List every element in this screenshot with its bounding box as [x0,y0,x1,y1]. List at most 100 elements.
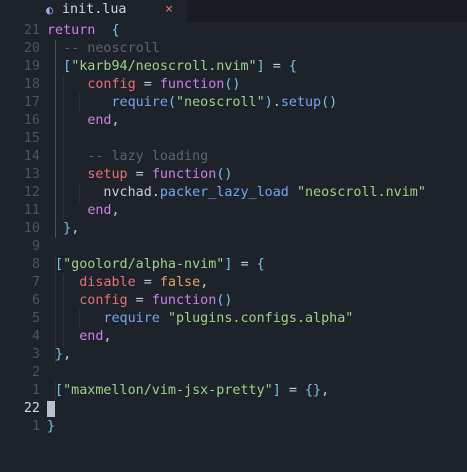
code-line[interactable]: 22 [0,400,467,418]
line-number: 8 [31,257,40,272]
code-line[interactable]: 4 end, [0,328,467,346]
line-text: setup = function() [47,166,232,184]
code-token: "plugins.configs.alpha" [167,311,354,326]
code-token: function [151,293,217,308]
code-token: = [135,275,160,290]
line-text: end, [47,202,119,220]
code-token: , [200,275,209,290]
line-text: }, [47,346,71,364]
code-line[interactable]: 13 setup = function() [0,166,467,184]
code-token: function [159,77,225,92]
tab-init-lua[interactable]: ◐ init.lua × [0,0,187,22]
code-token: = [232,257,257,272]
code-token: require [111,95,168,110]
code-line[interactable]: 14 -- lazy loading [0,148,467,166]
code-line[interactable]: 20 -- neoscroll [0,40,467,58]
code-area[interactable]: 21 return {20 -- neoscroll 19 ["karb94/neo… [0,22,467,436]
code-line[interactable]: 17 require("neoscroll").setup() [0,94,467,112]
code-token: = [280,383,305,398]
code-token: ) [264,95,273,110]
line-text: disable = false, [47,274,208,292]
code-line[interactable]: 2 [0,364,467,382]
line-number: 14 [23,149,40,164]
code-line[interactable]: 6 config = function() [0,292,467,310]
code-line[interactable]: 1} [0,418,467,436]
line-number: 12 [23,185,40,200]
line-number: 20 [23,41,40,56]
code-line[interactable]: 21 return { [0,22,467,40]
line-text: end, [47,328,111,346]
code-line[interactable]: 9 [0,238,467,256]
code-line[interactable]: 15 [0,130,467,148]
code-token: [ [47,383,64,398]
indent-guide [55,130,56,148]
code-token: "goolord/alpha-nvim" [63,257,225,272]
line-number: 10 [23,221,40,236]
close-tab-icon[interactable]: × [165,2,173,17]
indent-guide [63,130,64,148]
code-token: [ [47,257,64,272]
line-text: config = function() [47,292,232,310]
line-text: nvchad.packer_lazy_load "neoscroll.nvim" [47,184,426,202]
code-token: { [111,23,120,38]
code-token: } [63,221,72,236]
code-line[interactable]: 8 ["goolord/alpha-nvim"] = { [0,256,467,274]
code-token: {} [304,383,322,398]
line-text: -- lazy loading [47,148,208,166]
line-number: 15 [23,131,40,146]
code-token: "neoscroll" [176,95,265,110]
text-cursor [47,401,55,417]
code-token: "karb94/neoscroll.nvim" [71,59,257,74]
code-token: { [288,59,297,74]
code-token: require [103,311,160,326]
code-editor[interactable]: ◐ init.lua × 21 return {20 -- neoscroll 19… [0,0,467,472]
code-token: "maxmellon/vim-jsx-pretty" [63,383,273,398]
code-line[interactable]: 12 nvchad.packer_lazy_load "neoscroll.nv… [0,184,467,202]
line-number: 1 [31,383,40,398]
code-token: config [79,293,128,308]
line-number: 1 [31,419,40,434]
code-line[interactable]: 10 }, [0,220,467,238]
line-text: ["goolord/alpha-nvim"] = { [47,256,265,274]
tab-bar: ◐ init.lua × [0,0,467,22]
line-text: require "plugins.configs.alpha" [47,310,353,328]
code-token: , [71,221,80,236]
code-line[interactable]: 18 config = function() [0,76,467,94]
code-token: , [111,113,120,128]
line-text: return { [47,22,120,40]
code-line[interactable]: 16 end, [0,112,467,130]
code-token: ( [167,95,176,110]
line-number: 9 [31,239,40,254]
code-token: = [264,59,289,74]
code-token: function [151,167,217,182]
line-text: }, [47,220,79,238]
line-text: } [47,418,55,436]
code-token: () [216,293,233,308]
code-line[interactable]: 3 }, [0,346,467,364]
line-number: 18 [23,77,40,92]
line-number: 21 [23,23,40,38]
code-line[interactable]: 1 ["maxmellon/vim-jsx-pretty"] = {}, [0,382,467,400]
line-number: 6 [31,293,40,308]
code-line[interactable]: 7 disable = false, [0,274,467,292]
line-number: 5 [31,311,40,326]
code-token: config [87,77,136,92]
code-line[interactable]: 5 require "plugins.configs.alpha" [0,310,467,328]
line-text: ["maxmellon/vim-jsx-pretty"] = {}, [47,382,329,400]
code-line[interactable]: 11 end, [0,202,467,220]
line-number: 22 [23,401,40,416]
code-token: setup [280,95,322,110]
code-token: } [47,419,56,434]
code-token: false [159,275,201,290]
code-token: = [127,167,152,182]
code-token: ] [272,383,281,398]
code-line[interactable]: 19 ["karb94/neoscroll.nvim"] = { [0,58,467,76]
